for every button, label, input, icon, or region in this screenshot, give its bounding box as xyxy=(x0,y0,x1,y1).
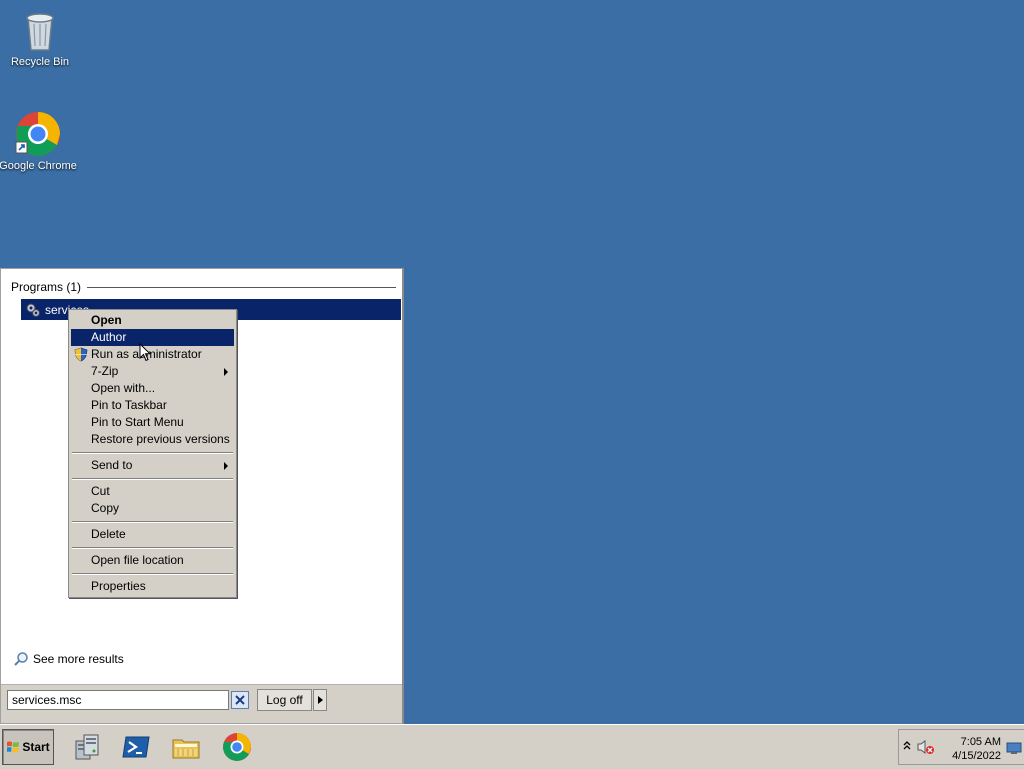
menu-item-open-with[interactable]: Open with... xyxy=(71,380,234,397)
desktop-icon-recycle-bin[interactable]: Recycle Bin xyxy=(0,6,80,68)
powershell-icon[interactable] xyxy=(120,731,152,763)
menu-item-open[interactable]: Open xyxy=(71,312,234,329)
log-off-label: Log off xyxy=(266,693,303,707)
menu-item-pin-to-start-menu[interactable]: Pin to Start Menu xyxy=(71,414,234,431)
menu-item-send-to[interactable]: Send to xyxy=(71,457,234,474)
start-label: Start xyxy=(22,740,50,754)
programs-header-label: Programs (1) xyxy=(11,280,82,294)
menu-item-run-as-administrator[interactable]: Run as administrator xyxy=(71,346,234,363)
menu-separator xyxy=(72,573,233,575)
taskbar: Start 7:05 AM 4/15/2022 xyxy=(0,724,1024,769)
menu-item-author[interactable]: Author xyxy=(71,329,234,346)
recycle-bin-icon xyxy=(16,6,64,54)
menu-item-properties[interactable]: Properties xyxy=(71,578,234,595)
gear-icon xyxy=(26,303,40,317)
uac-shield-icon xyxy=(74,347,88,362)
menu-separator xyxy=(72,521,233,523)
start-button[interactable]: Start xyxy=(2,729,54,765)
taskbar-clock[interactable]: 7:05 AM 4/15/2022 xyxy=(941,735,1001,763)
file-explorer-icon[interactable] xyxy=(170,731,202,763)
menu-separator xyxy=(72,547,233,549)
submenu-arrow-icon xyxy=(224,368,228,376)
see-more-label: See more results xyxy=(33,652,124,666)
desktop-icon-google-chrome[interactable]: Google Chrome xyxy=(0,110,78,172)
clock-time: 7:05 AM xyxy=(960,736,1001,748)
header-divider xyxy=(87,286,396,288)
menu-separator xyxy=(72,452,233,454)
submenu-arrow-icon xyxy=(224,462,228,470)
log-off-button[interactable]: Log off xyxy=(257,689,312,711)
chrome-icon[interactable] xyxy=(221,731,253,763)
menu-item-copy[interactable]: Copy xyxy=(71,500,234,517)
menu-item-restore-previous-versions[interactable]: Restore previous versions xyxy=(71,431,234,448)
mouse-cursor-icon xyxy=(139,343,151,362)
volume-muted-icon[interactable] xyxy=(917,739,935,755)
chrome-label: Google Chrome xyxy=(0,160,77,172)
windows-logo-icon xyxy=(7,741,20,753)
chrome-icon xyxy=(14,110,62,158)
close-icon xyxy=(235,695,245,705)
programs-header: Programs (1) xyxy=(11,280,396,294)
shutdown-options-button[interactable] xyxy=(313,689,327,711)
menu-item-open-file-location[interactable]: Open file location xyxy=(71,552,234,569)
show-desktop-icon[interactable] xyxy=(1006,742,1022,754)
search-input[interactable] xyxy=(7,690,229,710)
menu-item-pin-to-taskbar[interactable]: Pin to Taskbar xyxy=(71,397,234,414)
show-hidden-icons-icon[interactable] xyxy=(903,740,911,752)
magnifier-icon xyxy=(14,652,28,666)
recycle-bin-label: Recycle Bin xyxy=(10,56,70,68)
menu-item-delete[interactable]: Delete xyxy=(71,526,234,543)
notification-area: 7:05 AM 4/15/2022 xyxy=(898,729,1024,765)
clear-search-button[interactable] xyxy=(231,691,249,709)
search-bar-area: Log off xyxy=(1,684,402,723)
menu-separator xyxy=(72,478,233,480)
context-menu: Open Author Run as administrator 7-Zip O… xyxy=(68,309,237,598)
menu-item-7zip[interactable]: 7-Zip xyxy=(71,363,234,380)
server-manager-icon[interactable] xyxy=(70,731,102,763)
clock-date: 4/15/2022 xyxy=(952,750,1001,762)
menu-item-cut[interactable]: Cut xyxy=(71,483,234,500)
see-more-results[interactable]: See more results xyxy=(13,651,124,667)
